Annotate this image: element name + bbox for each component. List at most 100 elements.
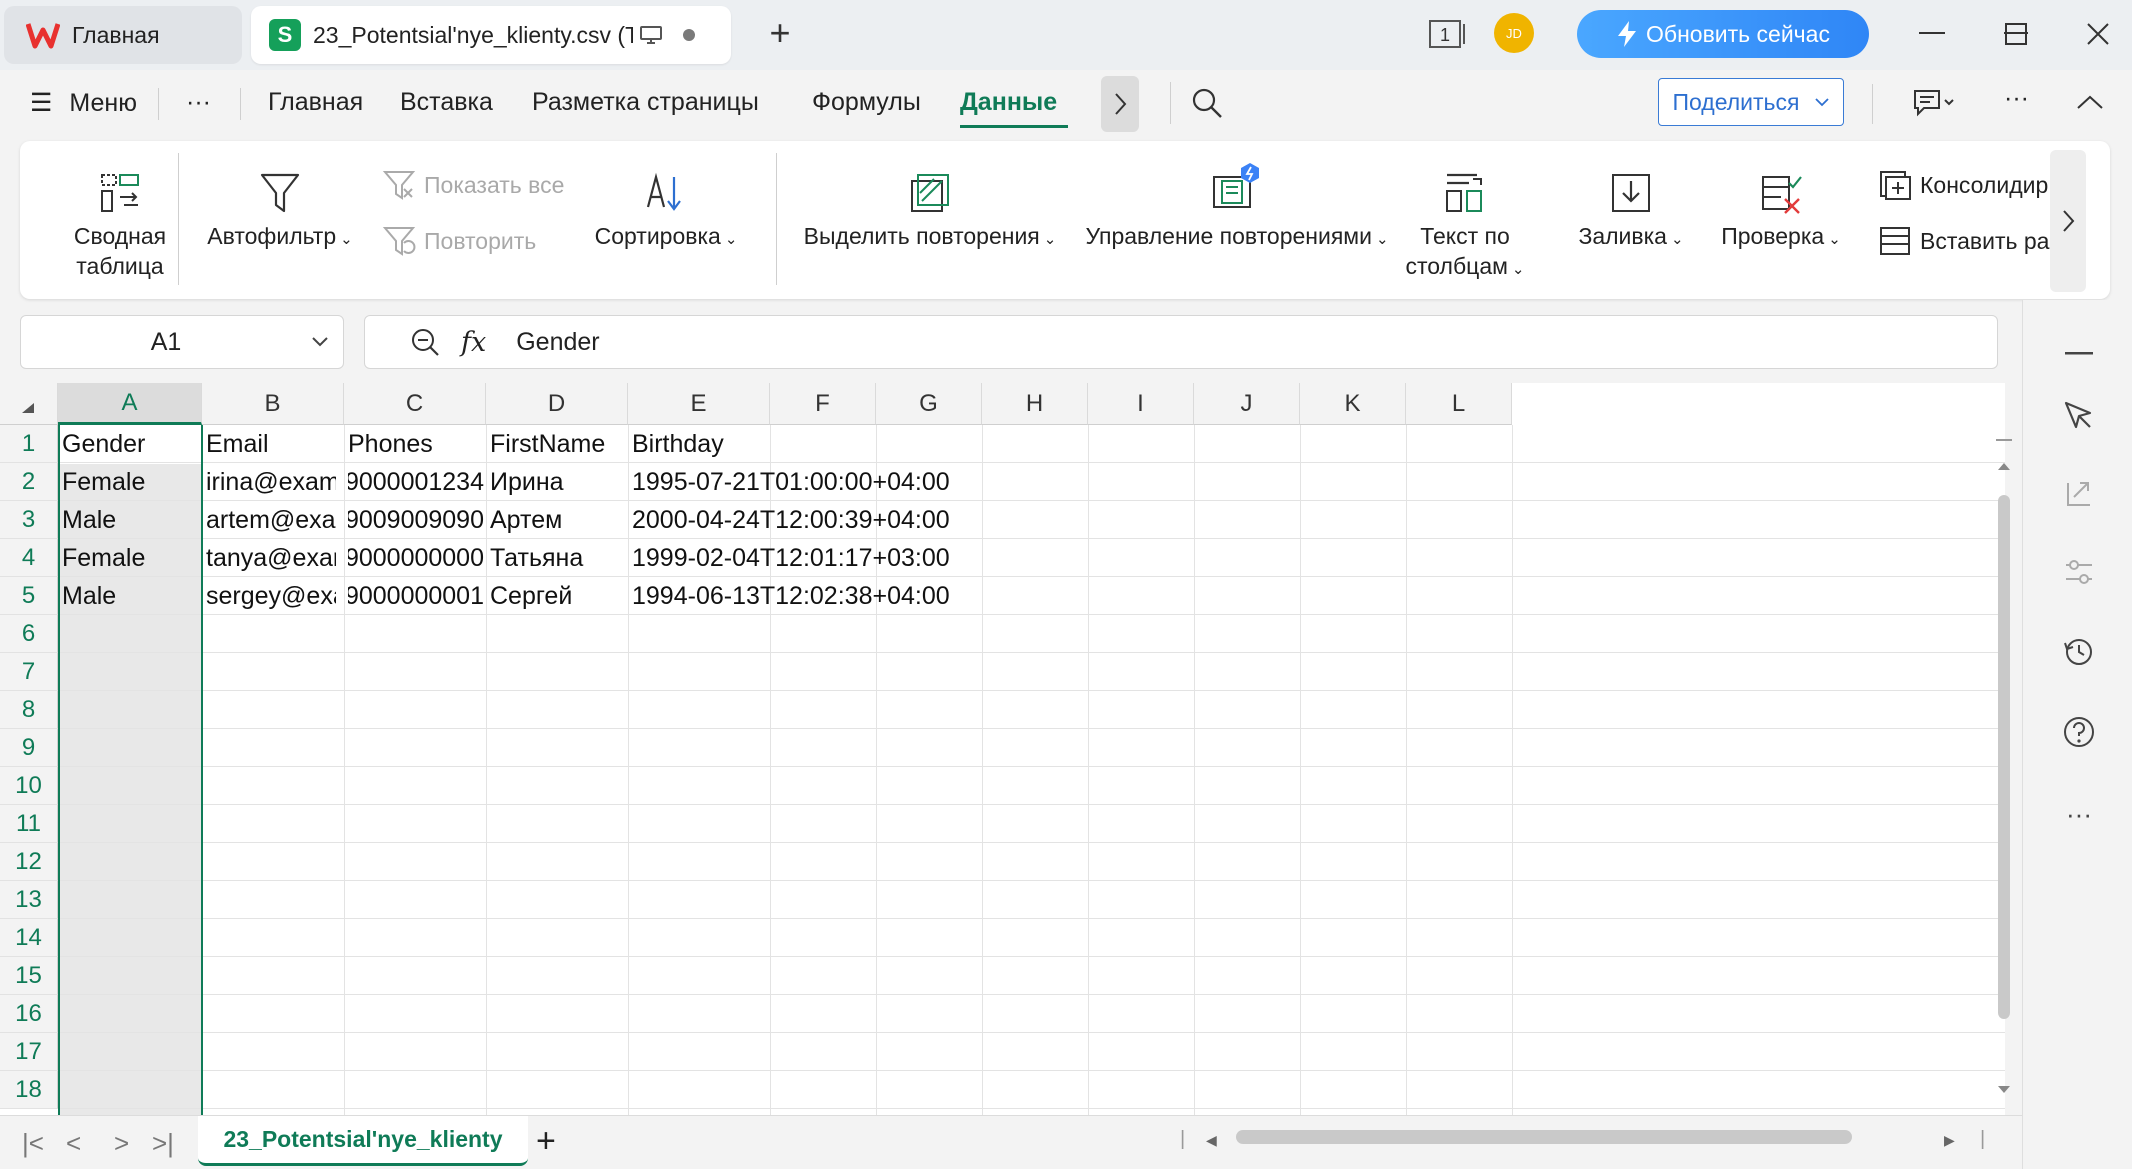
cell-c1[interactable]: Phones bbox=[348, 425, 484, 463]
user-avatar[interactable]: JD bbox=[1494, 13, 1534, 53]
row-header-3[interactable]: 3 bbox=[0, 501, 58, 539]
manage-duplicates-button[interactable]: Управление повторениями ⌄ bbox=[1072, 161, 1402, 255]
name-box[interactable]: A1 bbox=[20, 315, 344, 369]
cell-d4[interactable]: Татьяна bbox=[490, 539, 628, 577]
close-window-button[interactable] bbox=[2078, 14, 2118, 54]
column-header-l[interactable]: L bbox=[1406, 383, 1512, 425]
column-header-k[interactable]: K bbox=[1300, 383, 1406, 425]
add-sheet-button[interactable]: + bbox=[536, 1122, 556, 1161]
cell-c4[interactable]: 79000000000 bbox=[348, 539, 484, 577]
next-sheet-button[interactable]: > bbox=[114, 1128, 129, 1159]
reapply-button[interactable]: Повторить bbox=[382, 225, 536, 257]
pivot-table-button[interactable]: Сводная таблица bbox=[50, 171, 190, 281]
cell-c5[interactable]: 79000000001 bbox=[348, 577, 484, 615]
cell-e3[interactable]: 2000-04-24T12:00:39+04:00 bbox=[632, 501, 992, 539]
row-header-10[interactable]: 10 bbox=[0, 767, 58, 805]
column-header-b[interactable]: B bbox=[202, 383, 344, 425]
select-all-corner[interactable] bbox=[0, 383, 58, 425]
row-header-18[interactable]: 18 bbox=[0, 1071, 58, 1109]
update-now-button[interactable]: Обновить сейчас bbox=[1577, 10, 1869, 58]
column-header-g[interactable]: G bbox=[876, 383, 982, 425]
unsaved-dot-icon[interactable] bbox=[683, 29, 695, 41]
menu-tab-data[interactable]: Данные bbox=[960, 88, 1057, 117]
first-sheet-button[interactable]: |< bbox=[22, 1128, 44, 1159]
more-menu-button[interactable]: ··· bbox=[186, 88, 211, 117]
cell-d1[interactable]: FirstName bbox=[490, 425, 628, 463]
cell-b3[interactable]: artem@exa bbox=[206, 501, 336, 539]
text-to-columns-button[interactable]: Текст по столбцам ⌄ bbox=[1400, 171, 1530, 285]
menu-tab-formulas[interactable]: Формулы bbox=[812, 88, 921, 117]
row-header-4[interactable]: 4 bbox=[0, 539, 58, 577]
row-header-5[interactable]: 5 bbox=[0, 577, 58, 615]
select-tool-button[interactable] bbox=[2059, 396, 2099, 436]
tab-home[interactable]: Главная bbox=[4, 6, 242, 64]
horizontal-scroll-thumb[interactable] bbox=[1236, 1130, 1852, 1144]
minimize-window-button[interactable] bbox=[1912, 14, 1952, 54]
cell-c2[interactable]: 79000001234 bbox=[348, 463, 484, 501]
cell-b5[interactable]: sergey@exa bbox=[206, 577, 336, 615]
scroll-top-icon[interactable] bbox=[1996, 439, 2012, 443]
maximize-window-button[interactable] bbox=[1996, 14, 2036, 54]
scroll-down-icon[interactable] bbox=[1997, 1085, 2011, 1095]
validation-button[interactable]: Проверка ⌄ bbox=[1716, 171, 1846, 255]
new-tab-button[interactable]: + bbox=[762, 14, 798, 54]
cell-e4[interactable]: 1999-02-04T12:01:17+03:00 bbox=[632, 539, 992, 577]
highlight-duplicates-button[interactable]: Выделить повторения ⌄ bbox=[790, 171, 1070, 255]
consolidate-button[interactable]: Консолидир bbox=[1878, 169, 2048, 201]
cell-e1[interactable]: Birthday bbox=[632, 425, 992, 463]
cell-e5[interactable]: 1994-06-13T12:02:38+04:00 bbox=[632, 577, 992, 615]
adjust-button[interactable] bbox=[2059, 552, 2099, 592]
row-header-15[interactable]: 15 bbox=[0, 957, 58, 995]
column-header-a[interactable]: A bbox=[58, 383, 202, 425]
scroll-up-icon[interactable] bbox=[1997, 461, 2011, 471]
menu-tab-page-layout[interactable]: Разметка страницы bbox=[532, 88, 759, 117]
row-header-9[interactable]: 9 bbox=[0, 729, 58, 767]
more-tools-button[interactable]: ··· bbox=[2059, 794, 2099, 834]
search-button[interactable] bbox=[1190, 86, 1224, 125]
column-header-j[interactable]: J bbox=[1194, 383, 1300, 425]
insert-function-button[interactable]: fx bbox=[461, 327, 486, 358]
scroll-left-icon[interactable]: ◀ bbox=[1206, 1132, 1217, 1149]
cell-d2[interactable]: Ирина bbox=[490, 463, 628, 501]
help-button[interactable] bbox=[2059, 712, 2099, 752]
row-header-6[interactable]: 6 bbox=[0, 615, 58, 653]
share-button[interactable]: Поделиться bbox=[1658, 78, 1844, 126]
menu-scroll-right-button[interactable] bbox=[1101, 76, 1139, 132]
window-pages-icon[interactable]: 1 bbox=[1428, 18, 1468, 50]
insert-rows-button[interactable]: Вставить ра bbox=[1878, 225, 2049, 257]
row-header-2[interactable]: 2 bbox=[0, 463, 58, 501]
row-header-12[interactable]: 12 bbox=[0, 843, 58, 881]
column-header-i[interactable]: I bbox=[1088, 383, 1194, 425]
fill-button[interactable]: Заливка ⌄ bbox=[1576, 171, 1686, 255]
column-header-f[interactable]: F bbox=[770, 383, 876, 425]
tab-document[interactable]: S 23_Potentsial'nye_klienty.csv (Т bbox=[251, 6, 731, 64]
cell-e2[interactable]: 1995-07-21T01:00:00+04:00 bbox=[632, 463, 992, 501]
cell-d3[interactable]: Артем bbox=[490, 501, 628, 539]
autofilter-button[interactable]: Автофильтр ⌄ bbox=[200, 171, 360, 255]
row-header-7[interactable]: 7 bbox=[0, 653, 58, 691]
cell-c3[interactable]: 79009009090 bbox=[348, 501, 484, 539]
comments-button[interactable] bbox=[1912, 88, 1958, 123]
cell-b2[interactable]: irina@exam bbox=[206, 463, 336, 501]
history-button[interactable] bbox=[2059, 632, 2099, 672]
vertical-scrollbar[interactable] bbox=[1992, 425, 2016, 1115]
zoom-formula-icon[interactable] bbox=[409, 326, 441, 358]
column-header-h[interactable]: H bbox=[982, 383, 1088, 425]
menu-tab-home[interactable]: Главная bbox=[268, 88, 363, 117]
collapse-ribbon-button[interactable] bbox=[2076, 94, 2104, 115]
panel-collapse-button[interactable] bbox=[2059, 334, 2099, 374]
column-header-c[interactable]: C bbox=[344, 383, 486, 425]
prev-sheet-button[interactable]: < bbox=[66, 1128, 81, 1159]
scroll-right-icon[interactable]: ▶ bbox=[1944, 1132, 1955, 1149]
column-header-e[interactable]: E bbox=[628, 383, 770, 425]
row-header-13[interactable]: 13 bbox=[0, 881, 58, 919]
cell-b4[interactable]: tanya@exar bbox=[206, 539, 336, 577]
ribbon-scroll-right-button[interactable] bbox=[2050, 150, 2086, 292]
vertical-scroll-thumb[interactable] bbox=[1998, 495, 2010, 1019]
row-header-1[interactable]: 1 bbox=[0, 425, 58, 463]
sort-button[interactable]: Сортировка ⌄ bbox=[586, 171, 746, 255]
formula-input[interactable]: Gender bbox=[516, 328, 599, 357]
menu-tab-insert[interactable]: Вставка bbox=[400, 88, 493, 117]
row-header-14[interactable]: 14 bbox=[0, 919, 58, 957]
last-sheet-button[interactable]: >| bbox=[152, 1128, 174, 1159]
